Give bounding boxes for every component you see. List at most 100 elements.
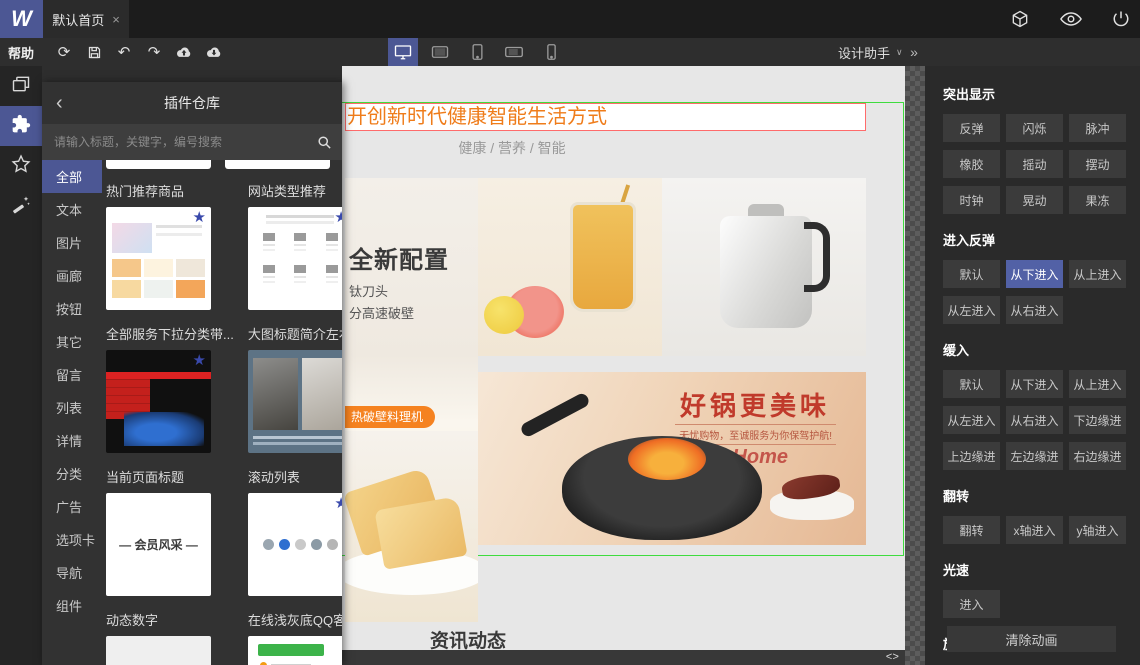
- cloud-download-icon[interactable]: [205, 43, 223, 61]
- banner-left-image[interactable]: 全新配置 钛刀头 分高速破壁 热破壁料理机: [345, 178, 478, 622]
- canvas-bottom-bar: <>: [342, 650, 905, 665]
- device-phone-landscape[interactable]: [499, 38, 529, 66]
- panel-back-icon[interactable]: ‹: [56, 82, 63, 124]
- anim-section-title: 翻转: [943, 489, 970, 504]
- news-section-title[interactable]: 资讯动态: [430, 626, 506, 653]
- category-item[interactable]: 其它: [42, 325, 102, 358]
- redo-icon[interactable]: ↷: [145, 43, 163, 61]
- preview-eye-icon[interactable]: [1060, 11, 1082, 27]
- plugin-card[interactable]: 全部服务下拉分类带... ★: [106, 324, 234, 453]
- anim-option-button[interactable]: 果冻: [1069, 186, 1126, 214]
- category-item[interactable]: 全部: [42, 160, 102, 193]
- anim-option-button[interactable]: 从右进入: [1006, 296, 1063, 324]
- search-icon[interactable]: [317, 135, 332, 150]
- pages-icon: [11, 74, 31, 99]
- device-phone-portrait[interactable]: [536, 38, 566, 66]
- publish-cube-icon[interactable]: [1010, 9, 1030, 29]
- subtitle-text-widget[interactable]: 健康 / 营养 / 智能: [402, 138, 622, 158]
- category-item[interactable]: 按钮: [42, 292, 102, 325]
- device-tablet-landscape[interactable]: [425, 38, 455, 66]
- favorite-star-icon[interactable]: ★: [193, 210, 206, 225]
- category-item[interactable]: 图片: [42, 226, 102, 259]
- anim-option-button[interactable]: x轴进入: [1006, 516, 1063, 544]
- juice-image-widget[interactable]: [478, 178, 662, 356]
- page-tab[interactable]: 默认首页 ×: [43, 0, 129, 38]
- category-item[interactable]: 分类: [42, 457, 102, 490]
- anim-option-button[interactable]: 反弹: [943, 114, 1000, 142]
- anim-option-button[interactable]: 默认: [943, 370, 1000, 398]
- category-item[interactable]: 广告: [42, 490, 102, 523]
- plugin-card[interactable]: 网站类型推荐 ★: [247, 181, 342, 310]
- help-button[interactable]: 帮助: [8, 38, 34, 66]
- anim-option-button[interactable]: 脉冲: [1069, 114, 1126, 142]
- plugin-card[interactable]: 热门推荐商品 ★: [106, 181, 234, 310]
- category-item[interactable]: 组件: [42, 589, 102, 622]
- anim-option-button[interactable]: 闪烁: [1006, 114, 1063, 142]
- plugin-card[interactable]: 在线浅灰底QQ客服: [247, 610, 342, 665]
- design-assistant-label: 设计助手: [838, 45, 891, 61]
- clear-animation-button[interactable]: 清除动画: [947, 626, 1116, 652]
- anim-option-button[interactable]: 从右进入: [1006, 406, 1063, 434]
- anim-option-button[interactable]: 默认: [943, 260, 1000, 288]
- wok-banner-title: 好锅更美味: [679, 391, 830, 421]
- device-desktop[interactable]: [388, 38, 418, 66]
- category-item[interactable]: 导航: [42, 556, 102, 589]
- plugin-card[interactable]: 当前页面标题 — 会员风采 —: [106, 467, 234, 596]
- anim-button-group: 翻转 x轴进入 y轴进入: [943, 516, 1126, 544]
- anim-option-button[interactable]: 从下进入: [1006, 260, 1063, 288]
- plugin-card-preview: — 会员风采 —: [106, 493, 211, 596]
- tab-close-icon[interactable]: ×: [112, 12, 120, 27]
- anim-option-button[interactable]: 从下进入: [1006, 370, 1063, 398]
- undo-icon[interactable]: ↶: [115, 43, 133, 61]
- sidebar-item-plugins-puzzle[interactable]: [0, 106, 42, 146]
- sidebar-item-pages[interactable]: [0, 66, 42, 106]
- anim-option-button[interactable]: 晃动: [1006, 186, 1063, 214]
- headline-text-widget[interactable]: 开创新时代健康智能生活方式: [345, 103, 866, 131]
- plugin-card[interactable]: 动态数字 0: [106, 610, 234, 665]
- save-icon[interactable]: [85, 43, 103, 61]
- code-view-icon[interactable]: <>: [886, 652, 899, 664]
- anim-option-button[interactable]: 上边缘进: [943, 442, 1000, 470]
- refresh-icon[interactable]: ⟳: [55, 43, 73, 61]
- canvas-scrollbar[interactable]: [905, 66, 925, 665]
- favorite-star-icon[interactable]: ★: [334, 210, 342, 225]
- anim-button-group: 反弹 闪烁 脉冲橡胶 摇动 摆动时钟 晃动 果冻: [943, 114, 1126, 214]
- sidebar-item-magic-wand[interactable]: [0, 186, 42, 226]
- favorite-star-icon[interactable]: ★: [193, 353, 206, 368]
- cloud-upload-icon[interactable]: [175, 43, 193, 61]
- plugin-search-input[interactable]: [52, 134, 309, 150]
- anim-option-button[interactable]: 从左进入: [943, 406, 1000, 434]
- category-item[interactable]: 详情: [42, 424, 102, 457]
- anim-option-button[interactable]: 从左进入: [943, 296, 1000, 324]
- plugin-card-label: 大图标题简介左右切...: [247, 327, 342, 342]
- design-assistant-dropdown[interactable]: 设计助手 ∨: [838, 38, 903, 66]
- category-item[interactable]: 选项卡: [42, 523, 102, 556]
- anim-option-button[interactable]: 左边缘进: [1006, 442, 1063, 470]
- anim-option-button[interactable]: 橡胶: [943, 150, 1000, 178]
- anim-option-button[interactable]: 进入: [943, 590, 1000, 618]
- anim-option-button[interactable]: 摇动: [1006, 150, 1063, 178]
- anim-option-button[interactable]: y轴进入: [1069, 516, 1126, 544]
- anim-option-button[interactable]: 从上进入: [1069, 260, 1126, 288]
- anim-option-button[interactable]: 摆动: [1069, 150, 1126, 178]
- sidebar-item-favorites-star[interactable]: [0, 146, 42, 186]
- category-item[interactable]: 画廊: [42, 259, 102, 292]
- power-icon[interactable]: [1112, 10, 1130, 28]
- category-item[interactable]: 文本: [42, 193, 102, 226]
- device-tablet-portrait[interactable]: [462, 38, 492, 66]
- plugin-card[interactable]: 滚动列表 ★: [247, 467, 342, 596]
- app-logo[interactable]: W: [0, 0, 43, 38]
- favorite-star-icon[interactable]: ★: [334, 496, 342, 511]
- collapse-panel-icon[interactable]: »: [905, 38, 923, 66]
- plugin-card[interactable]: 大图标题简介左右切...: [247, 324, 342, 453]
- category-item[interactable]: 列表: [42, 391, 102, 424]
- anim-option-button[interactable]: 从上进入: [1069, 370, 1126, 398]
- category-item[interactable]: 留言: [42, 358, 102, 391]
- wok-banner-widget[interactable]: 好锅更美味 无忧购物，至诚服务为你保驾护航! Warm Home: [478, 372, 866, 545]
- anim-option-button[interactable]: 翻转: [943, 516, 1000, 544]
- kettle-image-widget[interactable]: [662, 178, 866, 356]
- design-canvas[interactable]: 开创新时代健康智能生活方式 健康 / 营养 / 智能 全新配置 钛刀头 分高速破…: [342, 66, 905, 665]
- anim-option-button[interactable]: 右边缘进: [1069, 442, 1126, 470]
- anim-option-button[interactable]: 下边缘进: [1069, 406, 1126, 434]
- anim-option-button[interactable]: 时钟: [943, 186, 1000, 214]
